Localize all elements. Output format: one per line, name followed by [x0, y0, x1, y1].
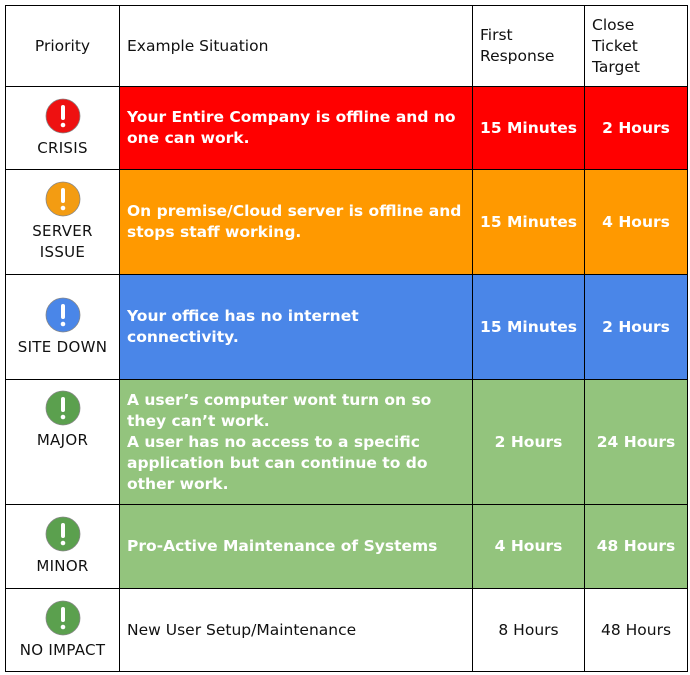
close-target-cell: 2 Hours [584, 274, 688, 380]
table-row-minor: MINOR Pro-Active Maintenance of Systems … [5, 504, 688, 589]
exclamation-circle-icon [45, 297, 80, 332]
priority-cell: SERVER ISSUE [5, 169, 120, 275]
exclamation-circle-icon [45, 390, 80, 426]
situation-text: Pro-Active Maintenance of Systems [127, 537, 438, 555]
situation-cell: Your office has no internet connectivity… [119, 274, 473, 380]
exclamation-circle-icon [45, 98, 80, 133]
situation-text: On premise/Cloud server is offline and s… [127, 202, 462, 241]
header-first-response: First Response [472, 5, 585, 87]
first-response-cell: 15 Minutes [472, 169, 585, 275]
exclamation-circle-icon [45, 181, 80, 217]
situation-text: New User Setup/Maintenance [127, 620, 357, 639]
table-row-no-impact: NO IMPACT New User Setup/Maintenance 8 H… [5, 588, 688, 672]
close-target-cell: 4 Hours [584, 169, 688, 275]
header-example-situation: Example Situation [119, 5, 473, 87]
close-target-cell: 48 Hours [584, 588, 688, 672]
priority-cell: MAJOR [5, 379, 120, 505]
situation-cell: A user’s computer wont turn on so they c… [119, 379, 473, 505]
table-row-server-issue: SERVER ISSUE On premise/Cloud server is … [5, 169, 688, 275]
priority-label: SERVER ISSUE [32, 222, 93, 261]
header-priority: Priority [5, 5, 120, 87]
first-response-cell: 8 Hours [472, 588, 585, 672]
exclamation-circle-icon [45, 600, 80, 635]
priority-label: MAJOR [36, 431, 89, 449]
priority-label: NO IMPACT [19, 640, 106, 659]
priority-label: CRISIS [37, 138, 88, 157]
priority-label: MINOR [36, 557, 89, 575]
table-row-crisis: CRISIS Your Entire Company is offline an… [5, 86, 688, 170]
priority-label: SITE DOWN [17, 337, 108, 356]
priority-cell: NO IMPACT [5, 588, 120, 672]
table-row-site-down: SITE DOWN Your office has no internet co… [5, 274, 688, 380]
situation-text: Your office has no internet connectivity… [127, 307, 359, 346]
first-response-cell: 2 Hours [472, 379, 585, 505]
table-row-major: MAJOR A user’s computer wont turn on so … [5, 379, 688, 505]
close-target-cell: 24 Hours [584, 379, 688, 505]
first-response-cell: 15 Minutes [472, 274, 585, 380]
situation-cell: Pro-Active Maintenance of Systems [119, 504, 473, 589]
first-response-cell: 15 Minutes [472, 86, 585, 170]
situation-cell: Your Entire Company is offline and no on… [119, 86, 473, 170]
close-target-cell: 2 Hours [584, 86, 688, 170]
situation-cell: On premise/Cloud server is offline and s… [119, 169, 473, 275]
priority-cell: CRISIS [5, 86, 120, 170]
header-close-ticket-target: Close Ticket Target [584, 5, 688, 87]
close-target-cell: 48 Hours [584, 504, 688, 589]
situation-cell: New User Setup/Maintenance [119, 588, 473, 672]
first-response-cell: 4 Hours [472, 504, 585, 589]
situation-text: Your Entire Company is offline and no on… [127, 108, 456, 147]
sla-priority-table: Priority Example Situation First Respons… [5, 5, 688, 672]
table-header-row: Priority Example Situation First Respons… [5, 5, 688, 87]
priority-cell: MINOR [5, 504, 120, 589]
situation-text: A user has no access to a specific appli… [127, 432, 428, 493]
exclamation-circle-icon [45, 516, 80, 552]
priority-cell: SITE DOWN [5, 274, 120, 380]
situation-text: A user’s computer wont turn on so they c… [127, 390, 432, 430]
